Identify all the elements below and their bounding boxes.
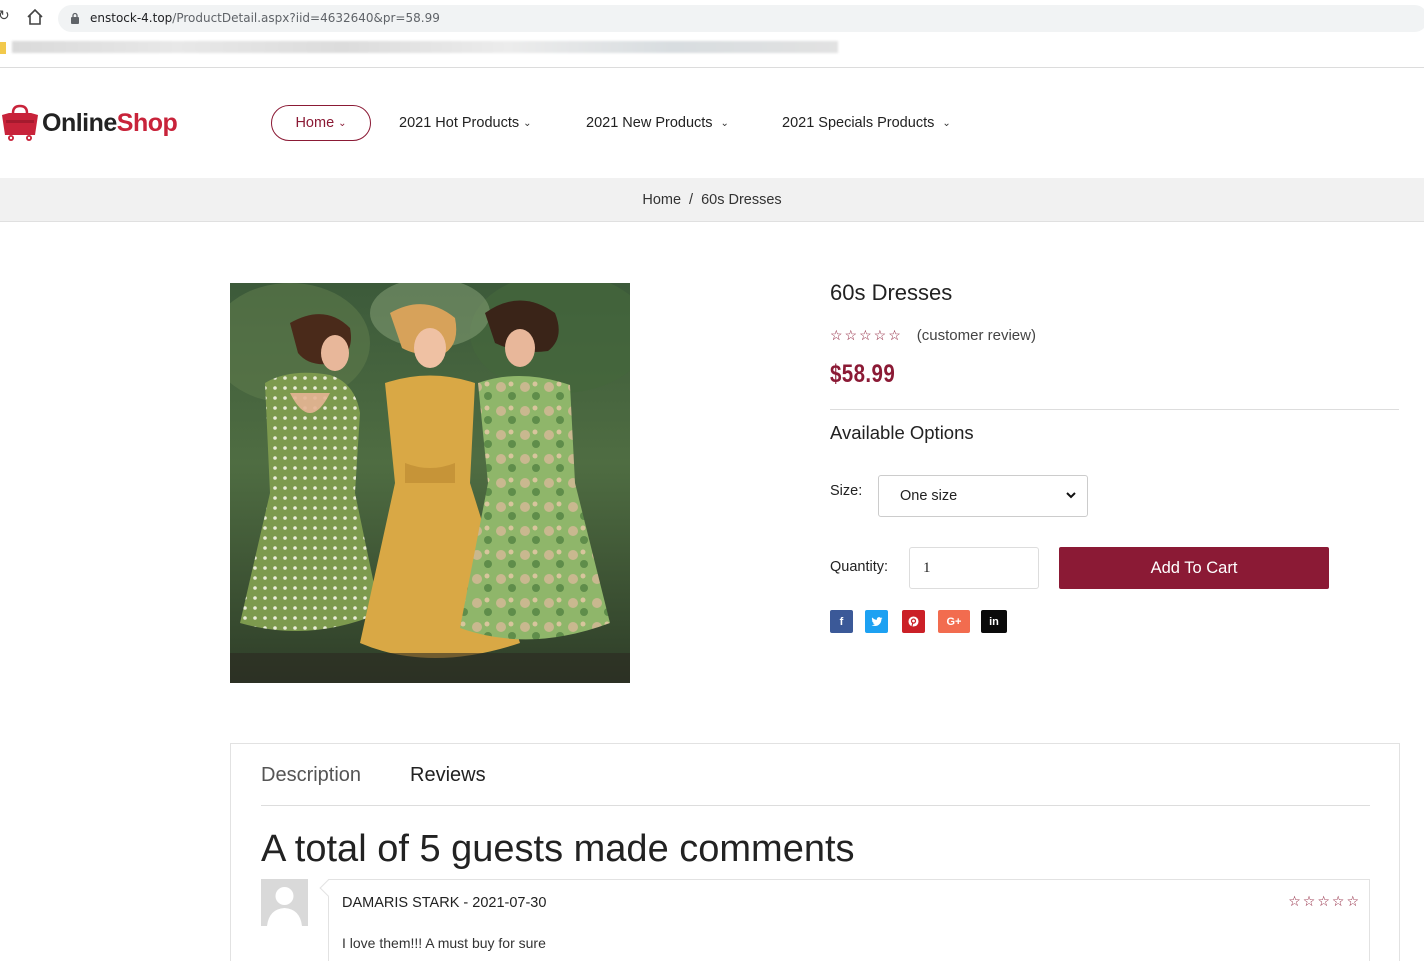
size-select-value: One size — [900, 488, 958, 504]
shopping-bag-icon — [2, 104, 38, 141]
facebook-share-icon[interactable]: f — [830, 610, 853, 633]
browser-toolbar: ↻ enstock-4.top/ProductDetail.aspx?iid=4… — [0, 0, 1424, 36]
url-path: /ProductDetail.aspx?iid=4632640&pr=58.99 — [172, 11, 440, 25]
pinterest-share-icon[interactable] — [902, 610, 925, 633]
rating-stars: ☆☆☆☆☆ — [830, 327, 903, 343]
googleplus-share-icon[interactable]: G+ — [938, 610, 970, 633]
logo-text-online: Online — [42, 108, 117, 137]
tab-reviews[interactable]: Reviews — [410, 764, 486, 787]
rating-row: ☆☆☆☆☆ (customer review) — [830, 327, 1036, 344]
chevron-down-icon: ⌄ — [338, 117, 347, 129]
divider — [830, 409, 1399, 410]
customer-review-link[interactable]: (customer review) — [917, 327, 1036, 344]
quantity-input[interactable]: 1 — [909, 547, 1039, 589]
tab-divider — [261, 805, 1370, 806]
lock-icon — [71, 12, 79, 24]
reload-icon[interactable]: ↻ — [0, 8, 10, 24]
nav-new-label: 2021 New Products — [586, 115, 713, 131]
nav-specials-products[interactable]: 2021 Specials Products ⌄ — [782, 105, 951, 141]
chevron-down-icon — [1066, 492, 1076, 499]
avatar — [261, 879, 308, 926]
available-options-heading: Available Options — [830, 422, 974, 443]
review-separator: - — [459, 895, 473, 911]
product-tabs-panel: Description Reviews A total of 5 guests … — [230, 743, 1400, 961]
chevron-down-icon: ⌄ — [942, 117, 951, 129]
bookmarks-redacted — [12, 41, 838, 53]
address-bar[interactable]: enstock-4.top/ProductDetail.aspx?iid=463… — [58, 5, 1424, 32]
home-icon[interactable] — [26, 8, 44, 26]
chevron-down-icon: ⌄ — [720, 117, 729, 129]
review-item: DAMARIS STARK - 2021-07-30 ☆☆☆☆☆ I love … — [319, 879, 1370, 961]
breadcrumb-current: 60s Dresses — [701, 191, 782, 208]
size-select[interactable]: One size — [878, 475, 1088, 517]
product-price: $58.99 — [830, 360, 896, 388]
nav-home[interactable]: Home ⌄ — [271, 105, 371, 141]
review-stars: ☆☆☆☆☆ — [1288, 894, 1361, 910]
nav-specials-label: 2021 Specials Products — [782, 115, 935, 131]
linkedin-share-icon[interactable]: in — [981, 610, 1007, 633]
url-host: enstock-4.top — [90, 11, 173, 25]
url-text: enstock-4.top/ProductDetail.aspx?iid=463… — [90, 11, 440, 25]
comment-pointer — [319, 879, 337, 897]
logo-text-shop: Shop — [116, 108, 178, 137]
chevron-down-icon: ⌄ — [523, 117, 532, 129]
review-meta: DAMARIS STARK - 2021-07-30 — [342, 895, 546, 911]
logo-text: OnlineShop — [42, 108, 178, 138]
site-logo[interactable]: OnlineShop — [0, 103, 178, 143]
nav-home-label: Home — [295, 115, 335, 131]
add-to-cart-button[interactable]: Add To Cart — [1059, 547, 1329, 589]
breadcrumb-home[interactable]: Home — [642, 192, 681, 208]
size-label: Size: — [830, 483, 863, 499]
product-image[interactable] — [230, 283, 630, 683]
breadcrumb-separator: / — [689, 191, 694, 208]
bookmark-folder-icon[interactable] — [0, 42, 6, 54]
product-title: 60s Dresses — [830, 280, 953, 305]
nav-new-products[interactable]: 2021 New Products ⌄ — [586, 105, 729, 141]
nav-hot-products[interactable]: 2021 Hot Products ⌄ — [399, 105, 532, 141]
site-header: OnlineShop Home ⌄ 2021 Hot Products ⌄ 2021… — [0, 69, 1424, 178]
bookmarks-bar — [0, 38, 1424, 68]
review-date: 2021-07-30 — [472, 895, 547, 911]
comments-heading: A total of 5 guests made comments — [261, 828, 855, 870]
twitter-share-icon[interactable] — [865, 610, 888, 633]
review-author: DAMARIS STARK — [342, 895, 460, 911]
review-text: I love them!!! A must buy for sure — [342, 935, 546, 951]
pinterest-logo-icon — [908, 616, 919, 627]
twitter-bird-icon — [871, 616, 882, 626]
breadcrumb: Home / 60s Dresses — [0, 178, 1424, 222]
tab-description[interactable]: Description — [261, 764, 361, 787]
nav-hot-label: 2021 Hot Products — [399, 115, 520, 131]
quantity-label: Quantity: — [830, 559, 889, 575]
